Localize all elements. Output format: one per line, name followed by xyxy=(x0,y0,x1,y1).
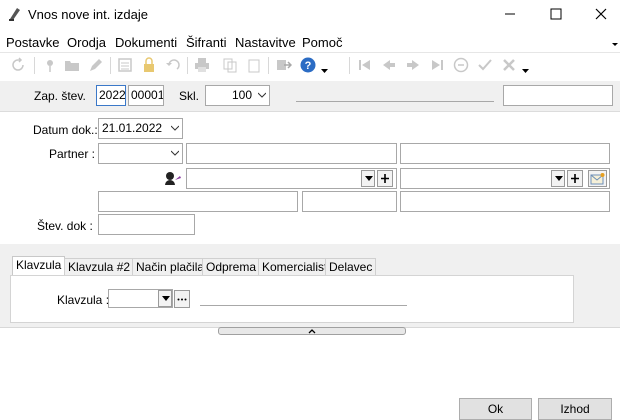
contact-select[interactable] xyxy=(186,168,397,189)
previous-record-icon[interactable] xyxy=(381,57,397,73)
partner-name-field[interactable] xyxy=(186,143,397,164)
tab-klavzula[interactable]: Klavzula xyxy=(12,256,66,276)
partner-select[interactable] xyxy=(98,143,183,164)
help-dropdown-icon[interactable] xyxy=(321,69,328,74)
help-icon[interactable]: ? xyxy=(300,57,316,73)
contact-add-button[interactable] xyxy=(377,170,393,187)
last-record-icon[interactable] xyxy=(429,57,445,73)
skl-select[interactable]: 100 xyxy=(205,85,270,106)
stev-dok-field[interactable] xyxy=(98,214,195,235)
splitter-handle[interactable] xyxy=(218,327,406,335)
cancel-icon[interactable] xyxy=(501,57,517,73)
menu-orodja[interactable]: Orodja xyxy=(67,35,106,50)
datum-label: Datum dok.: xyxy=(33,123,98,137)
klavzula-browse-button[interactable] xyxy=(174,290,190,308)
klavzula-dropdown-button[interactable] xyxy=(158,290,172,307)
contact2-add-button[interactable] xyxy=(567,170,583,187)
zap-year-field[interactable]: 2022 xyxy=(96,85,126,106)
tab-klavzula-2[interactable]: Klavzula #2 xyxy=(64,258,135,276)
contact-person-icon xyxy=(165,172,181,185)
mail-icon xyxy=(590,173,605,185)
klavzula-select[interactable] xyxy=(108,289,173,308)
confirm-icon[interactable] xyxy=(477,57,493,73)
app-icon xyxy=(9,8,20,21)
contact2-mail-button[interactable] xyxy=(588,170,607,187)
folder-icon[interactable] xyxy=(64,57,80,73)
minimize-icon[interactable] xyxy=(502,6,518,22)
copy-icon[interactable] xyxy=(222,57,238,73)
toolbar-separator xyxy=(34,57,35,74)
city-field[interactable] xyxy=(400,191,610,212)
partner-label: Partner : xyxy=(49,147,96,161)
triangle-down-icon xyxy=(555,176,563,181)
zap-label: Zap. štev. xyxy=(34,89,86,103)
tab-delavec[interactable]: Delavec xyxy=(325,258,377,276)
title-bar: Vnos nove int. izdaje xyxy=(0,0,620,30)
lock-icon[interactable] xyxy=(141,57,157,73)
triangle-down-icon xyxy=(162,296,170,301)
menu-dokumenti[interactable]: Dokumenti xyxy=(115,35,177,50)
menu-sifranti[interactable]: Šifranti xyxy=(186,35,226,50)
tab-odprema[interactable]: Odprema xyxy=(202,258,261,276)
toolbar-overflow-icon[interactable] xyxy=(522,69,529,74)
window-title: Vnos nove int. izdaje xyxy=(28,7,148,22)
klavzula-label: Klavzula : xyxy=(57,293,110,307)
chevron-up-icon xyxy=(308,329,316,334)
zap-number-field[interactable]: 00001 xyxy=(128,85,164,106)
plus-icon xyxy=(571,174,579,183)
toolbar-separator xyxy=(268,57,269,74)
calculator-icon[interactable] xyxy=(117,57,133,73)
toolbar-separator xyxy=(187,57,188,74)
post-field[interactable] xyxy=(302,191,397,212)
toolbar-separator xyxy=(110,57,111,74)
remove-record-icon[interactable] xyxy=(453,57,469,73)
triangle-down-icon xyxy=(365,176,373,181)
contact2-dropdown-button[interactable] xyxy=(551,170,565,187)
chevron-down-icon xyxy=(258,92,266,98)
undo-icon[interactable] xyxy=(165,57,181,73)
partner-name2-field[interactable] xyxy=(400,143,610,164)
plus-icon xyxy=(381,174,389,183)
paste-icon[interactable] xyxy=(246,57,262,73)
edit-icon[interactable] xyxy=(88,57,104,73)
ellipsis-icon xyxy=(177,298,187,301)
svg-text:?: ? xyxy=(305,60,312,72)
first-record-icon[interactable] xyxy=(357,57,373,73)
contact-dropdown-button[interactable] xyxy=(361,170,375,187)
skl-description-line xyxy=(296,101,494,102)
pin-icon[interactable] xyxy=(42,57,58,73)
next-record-icon[interactable] xyxy=(405,57,421,73)
print-icon[interactable] xyxy=(194,57,210,73)
contact2-select[interactable] xyxy=(400,168,610,189)
address-field[interactable] xyxy=(98,191,298,212)
stev-label: Štev. dok : xyxy=(37,219,93,233)
export-icon[interactable] xyxy=(276,57,292,73)
skl-label: Skl. xyxy=(179,89,200,103)
menu-pomoc[interactable]: Pomoč xyxy=(302,35,342,50)
chevron-down-icon xyxy=(171,125,179,131)
klavzula-description-line xyxy=(200,305,407,306)
datum-field[interactable]: 21.01.2022 xyxy=(98,118,183,139)
header-right-field[interactable] xyxy=(503,85,613,106)
menu-postavke[interactable]: Postavke xyxy=(6,35,59,50)
menu-nastavitve[interactable]: Nastavitve xyxy=(235,35,296,50)
chevron-down-icon xyxy=(171,150,179,156)
refresh-icon[interactable] xyxy=(10,57,26,73)
toolbar-separator xyxy=(349,57,350,74)
maximize-icon[interactable] xyxy=(548,6,564,22)
menu-overflow-icon[interactable] xyxy=(611,42,619,48)
tab-nacin-placila[interactable]: Način plačila xyxy=(132,258,209,276)
tab-komercialist[interactable]: Komercialist xyxy=(258,258,332,276)
close-icon[interactable] xyxy=(593,6,609,22)
